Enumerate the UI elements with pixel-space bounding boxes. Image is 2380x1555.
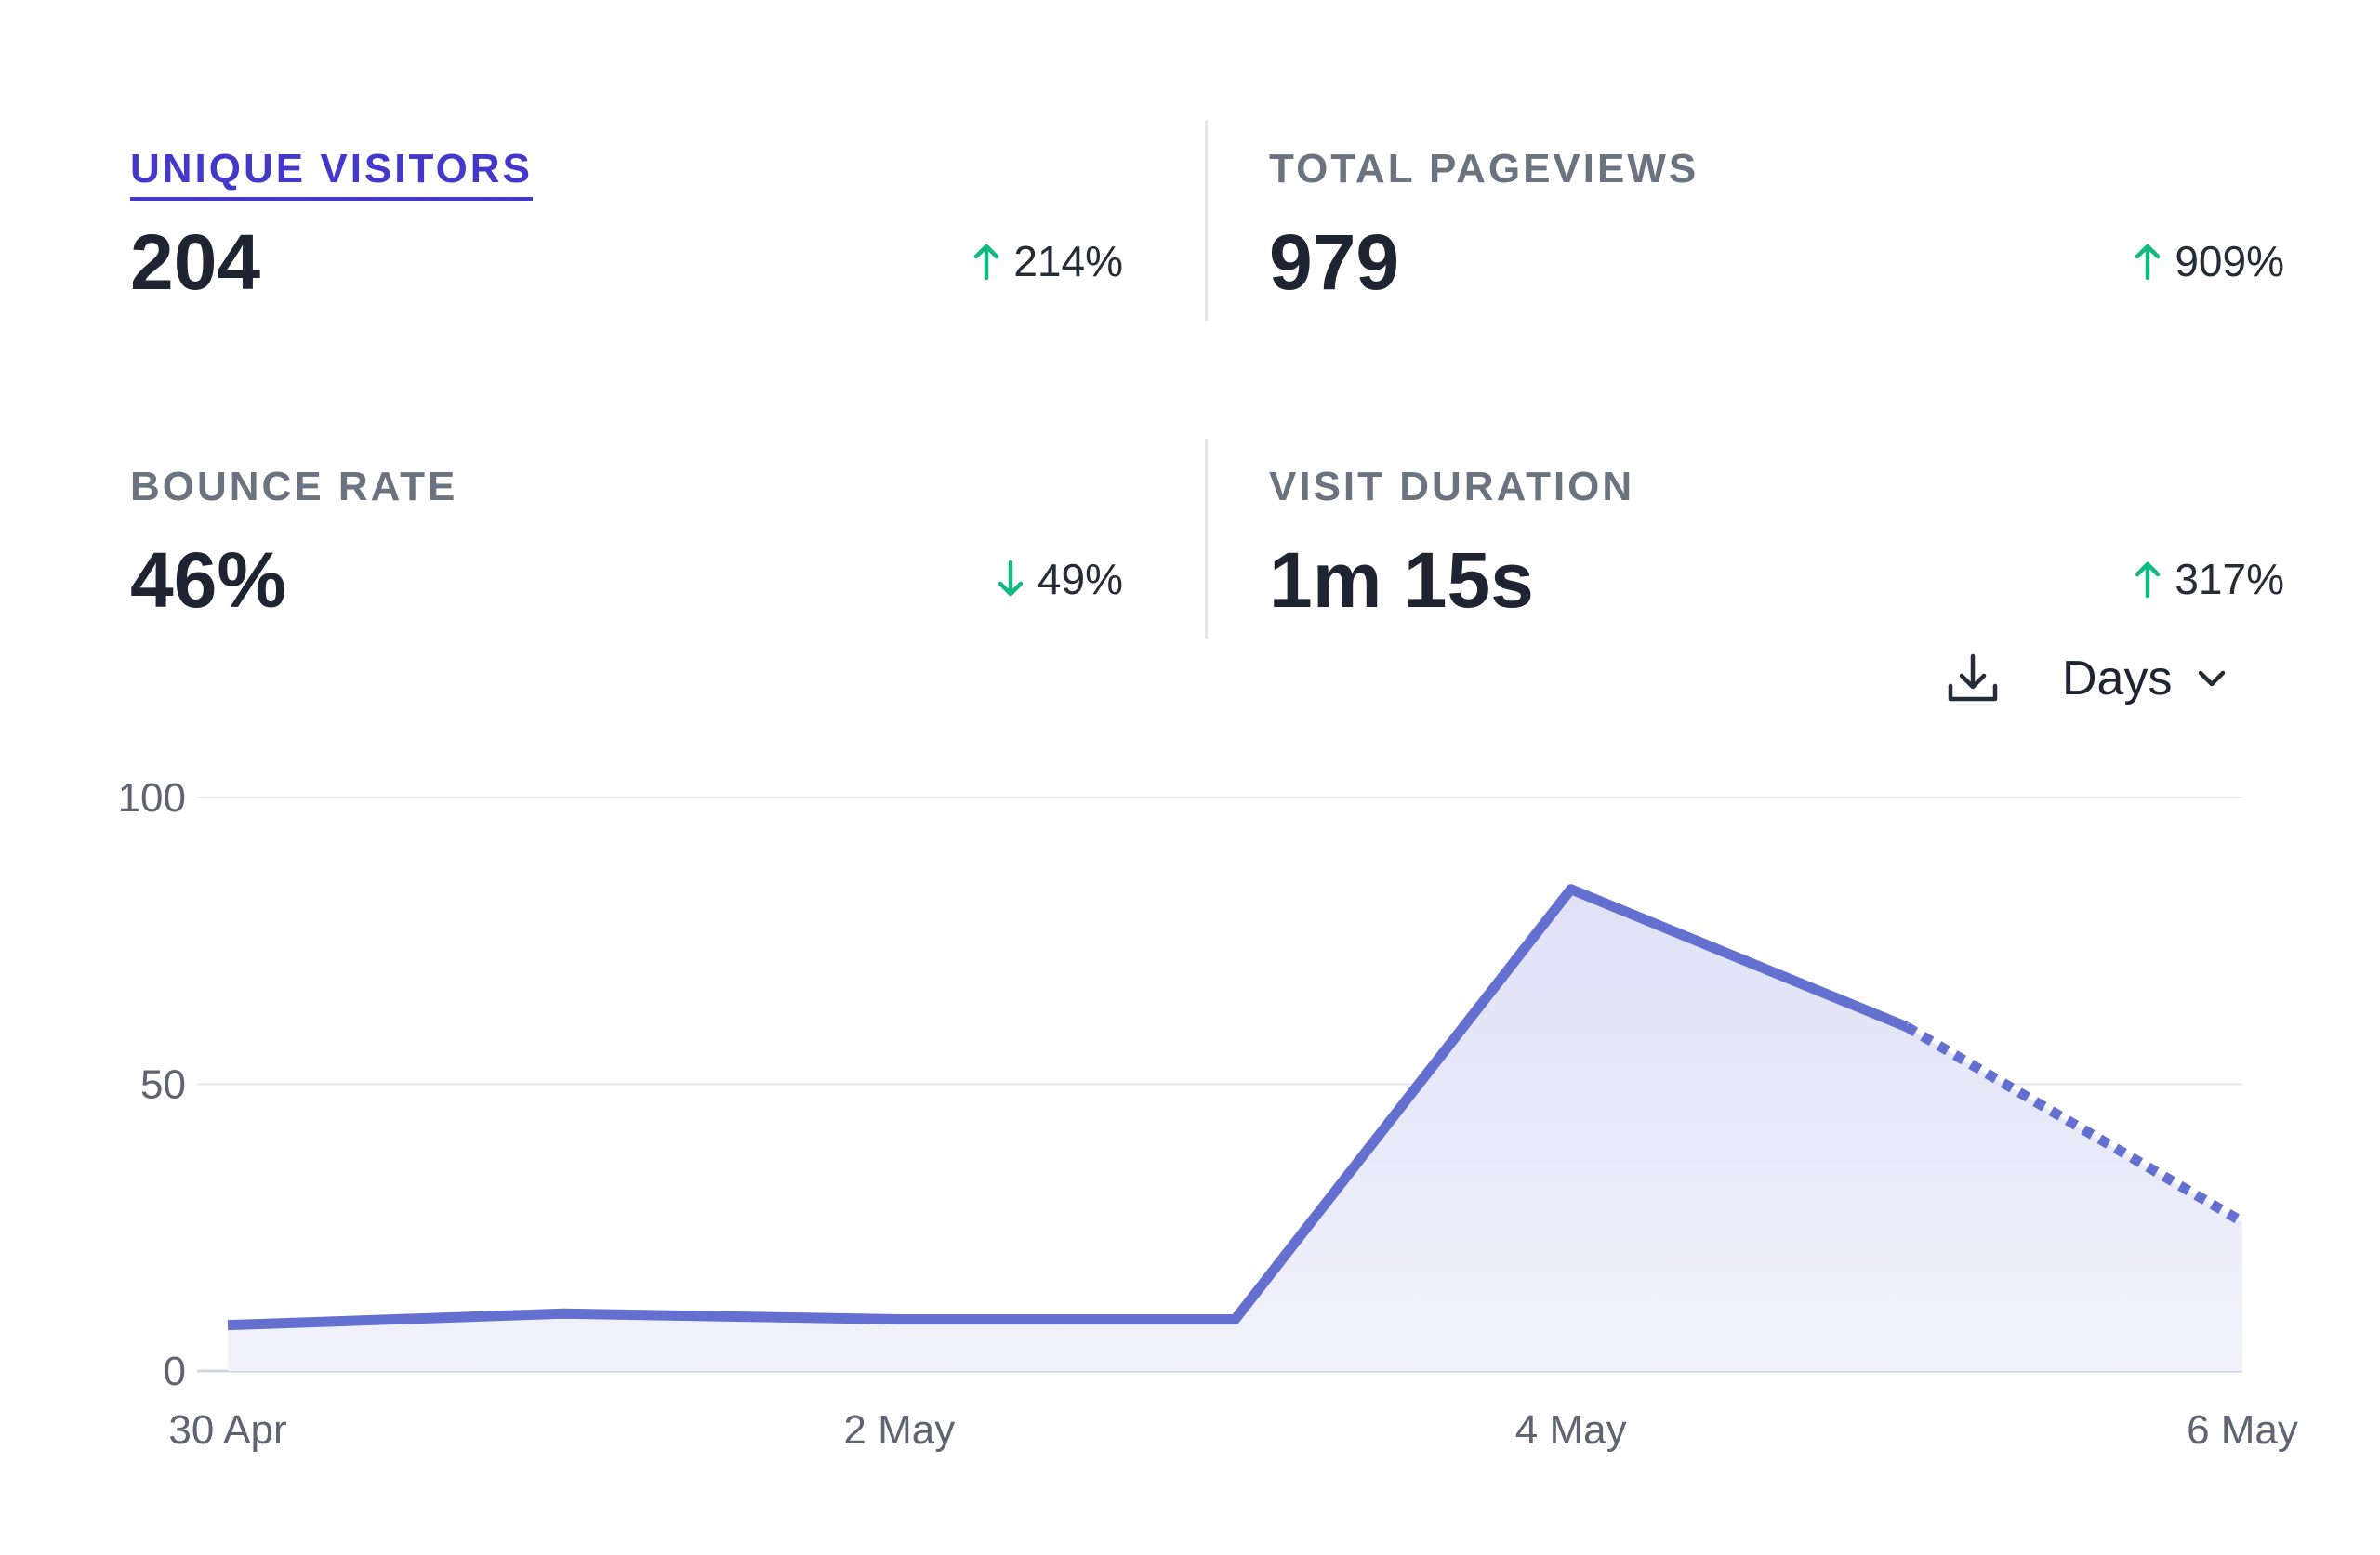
series-area <box>228 889 2242 1371</box>
stat-value-unique-visitors: 204 <box>130 218 261 306</box>
stat-change-value: 317% <box>2175 555 2284 603</box>
stat-change-value: 214% <box>1013 237 1123 285</box>
download-button[interactable] <box>1945 651 2001 706</box>
stat-label-bounce-rate[interactable]: BOUNCE RATE <box>130 467 457 507</box>
x-tick-label: 6 May <box>2187 1407 2298 1453</box>
stat-bounce-rate[interactable]: BOUNCE RATE 46% 49% <box>130 448 1123 643</box>
arrow-up-icon <box>974 244 999 280</box>
x-tick-label: 4 May <box>1515 1407 1627 1453</box>
arrow-up-icon <box>2135 561 2161 598</box>
y-tick-label: 0 <box>164 1349 186 1394</box>
stat-unique-visitors[interactable]: UNIQUE VISITORS 204 214% <box>130 130 1123 325</box>
x-tick-label: 30 Apr <box>168 1407 286 1453</box>
stat-label-unique-visitors[interactable]: UNIQUE VISITORS <box>130 149 533 201</box>
stat-change-unique-visitors: 214% <box>972 240 1123 283</box>
stat-total-pageviews[interactable]: TOTAL PAGEVIEWS 979 909% <box>1269 130 2284 325</box>
stat-change-visit-duration: 317% <box>2134 558 2284 600</box>
arrow-down-icon <box>998 560 1024 597</box>
visitors-chart[interactable]: 0 50 100 30 Apr 2 May 4 May 6 May <box>0 725 2380 1487</box>
interval-selector[interactable]: Days <box>2062 651 2228 706</box>
stat-value-total-pageviews: 979 <box>1269 218 1400 306</box>
divider <box>1205 121 1208 321</box>
stat-change-value: 49% <box>1037 555 1123 603</box>
stat-value-bounce-rate: 46% <box>130 536 287 624</box>
stat-label-visit-duration[interactable]: VISIT DURATION <box>1269 467 1634 507</box>
x-tick-label: 2 May <box>843 1407 955 1453</box>
stat-change-bounce-rate: 49% <box>997 558 1123 600</box>
stat-label-total-pageviews[interactable]: TOTAL PAGEVIEWS <box>1269 149 1699 190</box>
stat-change-value: 909% <box>2175 237 2284 285</box>
stat-change-total-pageviews: 909% <box>2134 240 2284 283</box>
arrow-up-icon <box>2135 244 2161 280</box>
chevron-down-icon <box>2199 670 2226 687</box>
y-tick-label: 50 <box>140 1062 186 1108</box>
download-icon <box>1948 653 1998 702</box>
divider <box>1205 439 1208 639</box>
interval-label: Days <box>2062 652 2173 705</box>
stat-value-visit-duration: 1m 15s <box>1269 536 1534 624</box>
dashboard: UNIQUE VISITORS 204 214% TOTAL PAGEVIEWS… <box>0 0 2380 1555</box>
y-tick-label: 100 <box>118 775 186 821</box>
stat-visit-duration[interactable]: VISIT DURATION 1m 15s 317% <box>1269 448 2284 643</box>
